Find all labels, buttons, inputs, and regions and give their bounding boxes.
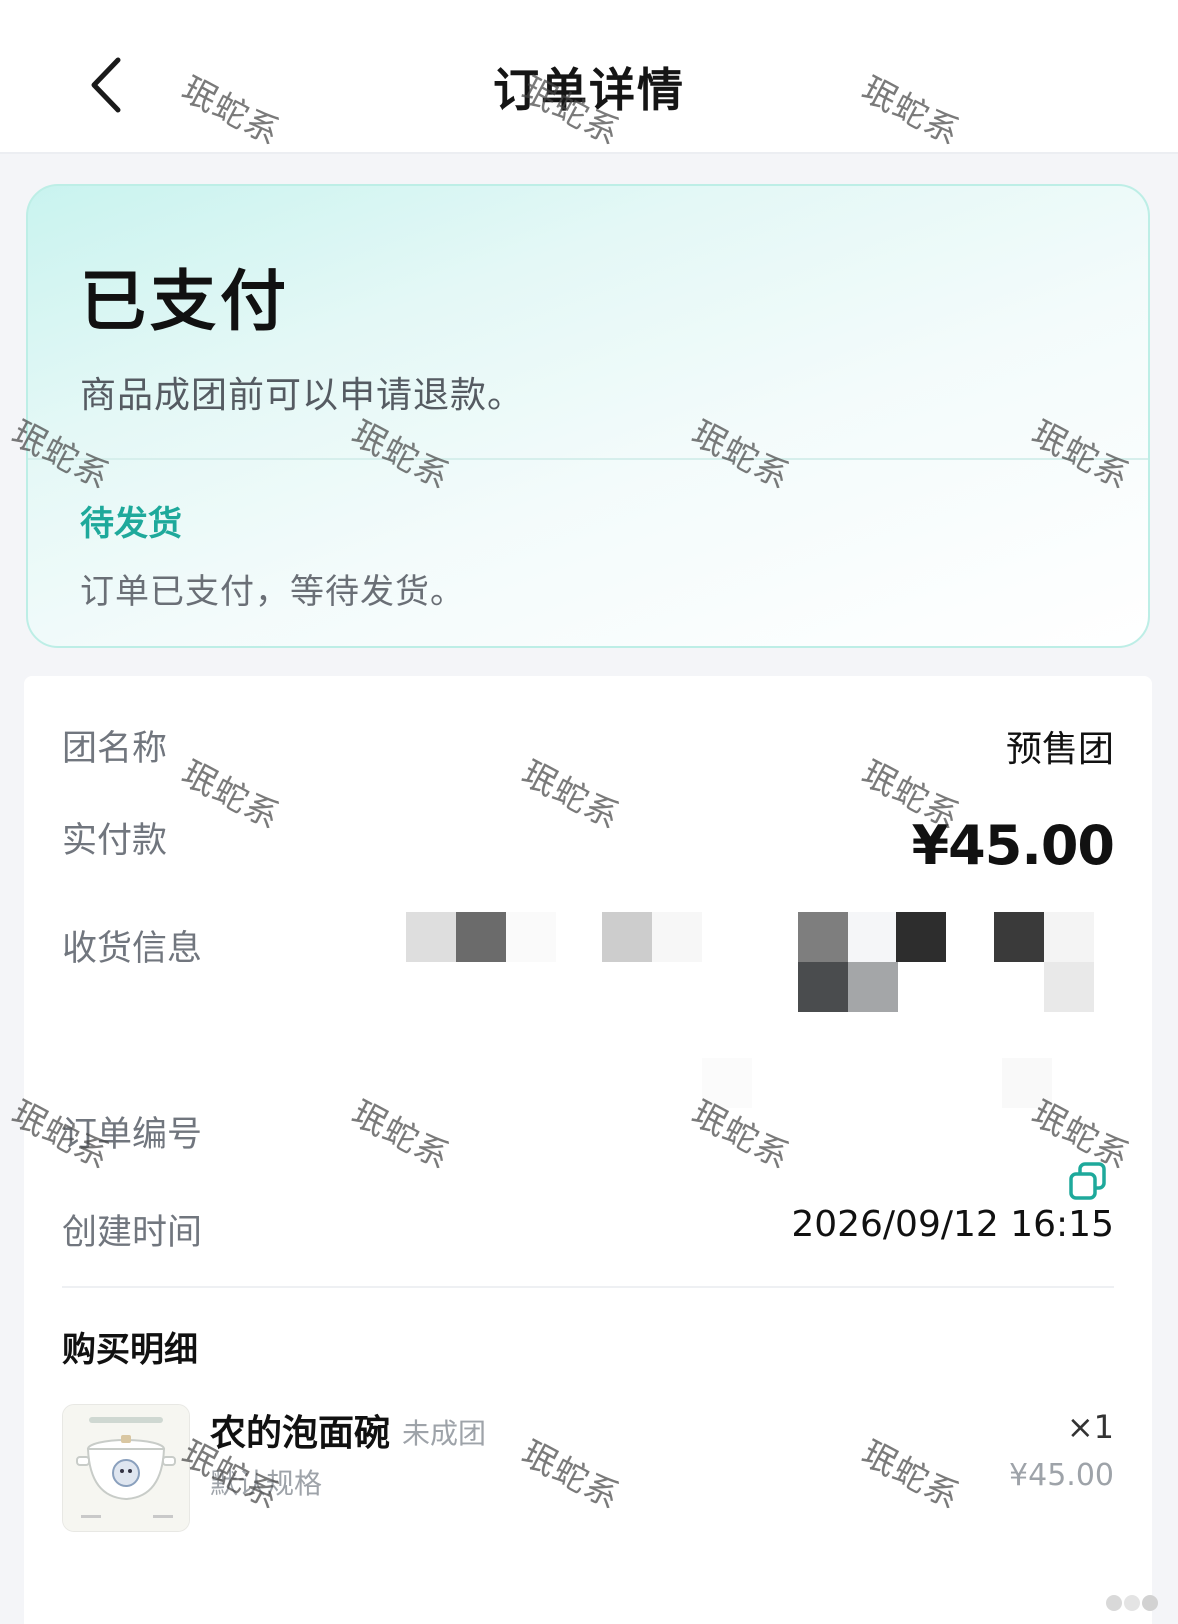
redacted-shipping-info [406,912,1114,1108]
product-spec: 默认规格 [210,1467,323,1500]
corner-logo-icon [1106,1595,1158,1611]
shipping-info-label: 收货信息 [62,929,203,969]
group-name-value: 预售团 [1005,729,1114,770]
top-bar: 订单详情 [0,0,1178,154]
copy-icon[interactable] [1066,1160,1110,1204]
order-number-label: 订单编号 [62,1115,203,1155]
order-info-card: 团名称 预售团 实付款 ¥45.00 收货信息 订单编号 创建时间 2026/0… [24,676,1152,1624]
section-divider [62,1286,1114,1288]
page-title: 订单详情 [493,63,685,117]
created-time-value: 2026/09/12 16:15 [791,1204,1114,1245]
shipping-description: 订单已支付，等待发货。 [80,572,465,612]
paid-amount-label: 实付款 [62,821,168,861]
status-divider [28,458,1148,460]
shipping-status: 待发货 [80,504,182,544]
created-time-label: 创建时间 [62,1213,203,1253]
purchase-details-title: 购买明细 [62,1330,198,1370]
refund-hint: 商品成团前可以申请退款。 [80,375,525,416]
product-thumbnail[interactable] [62,1404,190,1532]
bowl-image-icon [63,1405,189,1531]
payment-status-title: 已支付 [80,263,290,340]
product-price: ¥45.00 [1009,1458,1114,1493]
group-status-badge: 未成团 [402,1417,487,1450]
paid-amount-value: ¥45.00 [911,814,1115,877]
product-quantity: ×1 [1066,1408,1114,1446]
product-name[interactable]: 农的泡面碗 [210,1404,390,1456]
order-status-card: 已支付 商品成团前可以申请退款。 待发货 订单已支付，等待发货。 [26,184,1150,648]
group-name-label: 团名称 [62,729,168,769]
